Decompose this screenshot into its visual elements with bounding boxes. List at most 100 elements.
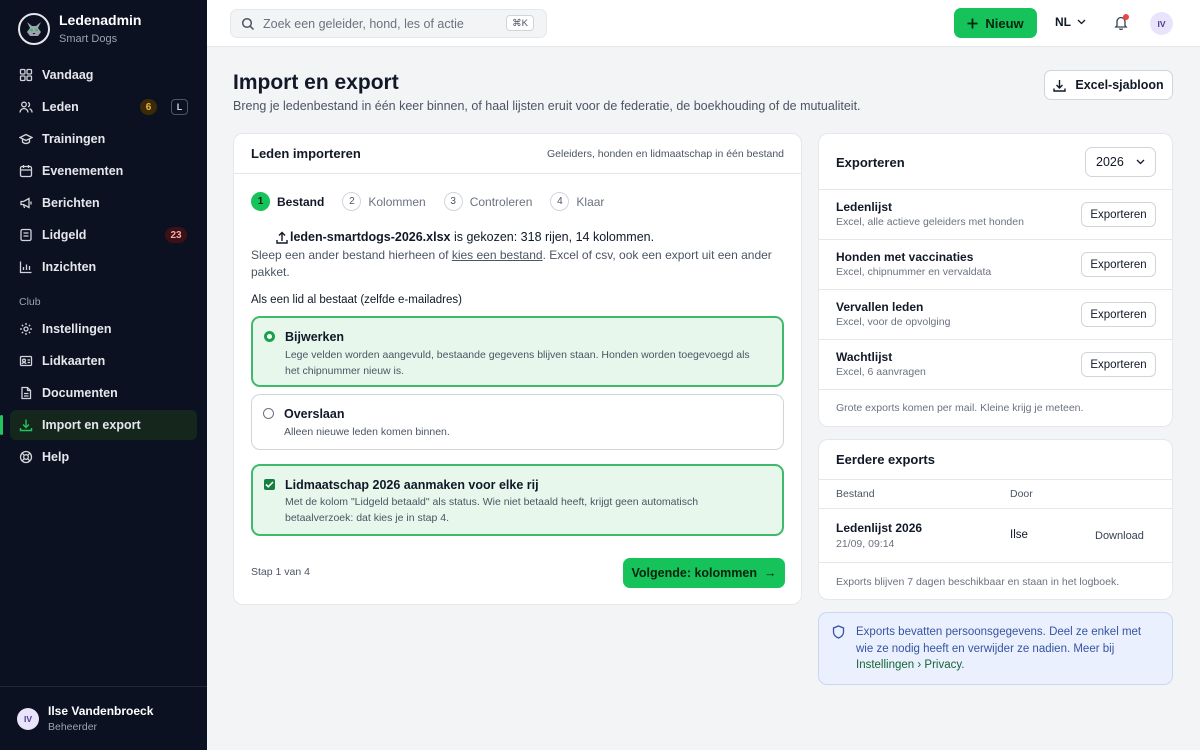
existing-member-label: Als een lid al bestaat (zelfde e-mailadr… [251,294,462,306]
nav-label: Help [42,450,70,464]
nav-item-lidgeld[interactable]: Lidgeld 23 [10,220,197,250]
radio-bijwerken[interactable] [264,331,275,342]
sidebar: Ledenadmin Smart Dogs Vandaag Leden 6 L … [0,0,207,750]
nav-label: Import en export [42,418,141,432]
export-name: Honden met vaccinaties [836,250,974,264]
column-header: Bestand [836,488,875,500]
nav-label: Evenementen [42,164,124,178]
nav-item-berichten[interactable]: Berichten [10,188,197,218]
nav-item-evenementen[interactable]: Evenementen [10,156,197,186]
export-card: Exporteren 2026 Ledenlijst Excel, alle a… [818,133,1173,427]
option-description: Alleen nieuwe leden komen binnen. [284,426,450,438]
export-button[interactable]: Exporteren [1081,302,1156,327]
step-number: 1 [251,192,270,211]
language-select[interactable]: NL [1055,15,1086,29]
club-nav: Instellingen Lidkaarten Documenten Impor… [0,314,197,474]
nav-item-trainingen[interactable]: Trainingen [10,124,197,154]
export-button[interactable]: Exporteren [1081,202,1156,227]
nav-item-documenten[interactable]: Documenten [10,378,197,408]
users-icon [19,100,33,114]
privacy-suffix: . [961,659,965,671]
nav-item-vandaag[interactable]: Vandaag [10,60,197,90]
step-controleren[interactable]: 3 Controleren [443,192,533,211]
step-label: Bestand [277,194,325,209]
dog-logo-icon [18,12,50,45]
export-button[interactable]: Exporteren [1081,352,1156,377]
option-bijwerken[interactable]: Bijwerken Lege velden worden aangevuld, … [251,316,784,387]
step-label: Controleren [469,194,533,209]
nav-item-help[interactable]: Help [10,442,197,472]
nav-item-lidkaarten[interactable]: Lidkaarten [10,346,197,376]
nav-label: Lidkaarten [42,354,106,368]
option-overslaan[interactable]: Overslaan Alleen nieuwe leden komen binn… [251,394,784,450]
export-button[interactable]: Exporteren [1081,252,1156,277]
nav-item-import-en-export[interactable]: Import en export [0,410,197,440]
topbar: ⌘K Nieuw NL IV [207,0,1200,47]
notifications-button[interactable] [1114,14,1129,30]
nav-label: Leden [42,100,79,114]
step-kolommen[interactable]: 2 Kolommen [342,192,426,211]
import-title: Leden importeren [251,146,361,161]
next-step-button[interactable]: Volgende: kolommen → [623,558,785,588]
selected-file-name: leden-smartdogs-2026.xlsx [290,230,451,244]
notification-dot [1123,14,1129,20]
export-row: Vervallen leden Excel, voor de opvolging… [819,290,1172,340]
selected-file-line: leden-smartdogs-2026.xlsx is gekozen: 31… [251,230,786,244]
import-note: Geleiders, honden en lidmaatschap in één… [547,147,784,160]
new-button-label: Nieuw [985,15,1024,31]
next-step-label: Volgende: kolommen [631,566,757,580]
new-button[interactable]: Nieuw [954,8,1037,38]
export-description: Excel, chipnummer en vervaldata [836,266,992,278]
membership-checkbox[interactable] [264,479,275,490]
search-icon [241,17,255,31]
excel-template-button[interactable]: Excel-sjabloon [1044,70,1173,100]
table-row: Ledenlijst 2026 21/09, 09:14 Ilse Downlo… [819,509,1172,563]
calendar-icon [19,164,33,178]
year-select[interactable]: 2026 [1085,147,1156,177]
step-klaar[interactable]: 4 Klaar [550,192,604,211]
export-row: Ledenlijst Excel, alle actieve geleiders… [819,190,1172,240]
step-bestand[interactable]: 1 Bestand [251,192,324,211]
history-footer-note: Exports blijven 7 dagen beschikbaar en s… [836,576,1120,588]
shortcut-hint: L [171,99,188,115]
export-name: Vervallen leden [836,300,924,314]
radio-overslaan[interactable] [263,408,274,419]
export-name: Ledenlijst [836,200,893,214]
plus-icon [967,18,978,29]
nav-label: Vandaag [42,68,94,82]
chevron-down-icon [1077,19,1086,25]
file-dropzone[interactable]: Sleep een ander bestand hierheen of kies… [251,247,781,281]
avatar: IV [17,707,39,730]
lifebuoy-icon [19,450,33,464]
nav-item-instellingen[interactable]: Instellingen [10,314,197,344]
option-title: Bijwerken [285,330,345,344]
download-icon [1053,79,1067,92]
chart-icon [19,260,33,274]
nav-section-club: Club [19,296,41,308]
search-input[interactable] [263,16,493,31]
nav-item-inzichten[interactable]: Inzichten [10,252,197,282]
export-title: Exporteren [836,155,905,170]
grid-icon [19,68,33,82]
user-avatar-button[interactable]: IV [1150,12,1173,35]
option-description: Lege velden worden aangevuld, bestaande … [285,349,750,377]
privacy-settings-link[interactable]: Instellingen › Privacy [856,659,961,671]
choose-file-link[interactable]: kies een bestand [452,248,543,262]
export-history-card: Eerdere exports Bestand Door Ledenlijst … [818,439,1173,600]
download-link[interactable]: Download [1095,530,1144,542]
nav-label: Trainingen [42,132,106,146]
column-header: Door [1010,488,1033,500]
export-description: Excel, voor de opvolging [836,316,951,328]
search-box[interactable]: ⌘K [230,9,547,38]
step-number: 2 [342,192,362,211]
dropzone-text: Sleep een ander bestand hierheen of [251,248,452,262]
option-create-membership[interactable]: Lidmaatschap 2026 aanmaken voor elke rij… [251,464,784,536]
privacy-notice: Exports bevatten persoonsgegevens. Deel … [818,612,1173,685]
current-user[interactable]: IV Ilse Vandenbroeck Beheerder [0,686,207,750]
graduation-cap-icon [19,132,33,146]
nav-item-leden[interactable]: Leden 6 L [10,92,197,122]
step-label: Klaar [576,194,605,209]
history-table-header: Bestand Door [819,480,1172,509]
brand[interactable]: Ledenadmin Smart Dogs [18,12,141,45]
nav-label: Lidgeld [42,228,87,242]
